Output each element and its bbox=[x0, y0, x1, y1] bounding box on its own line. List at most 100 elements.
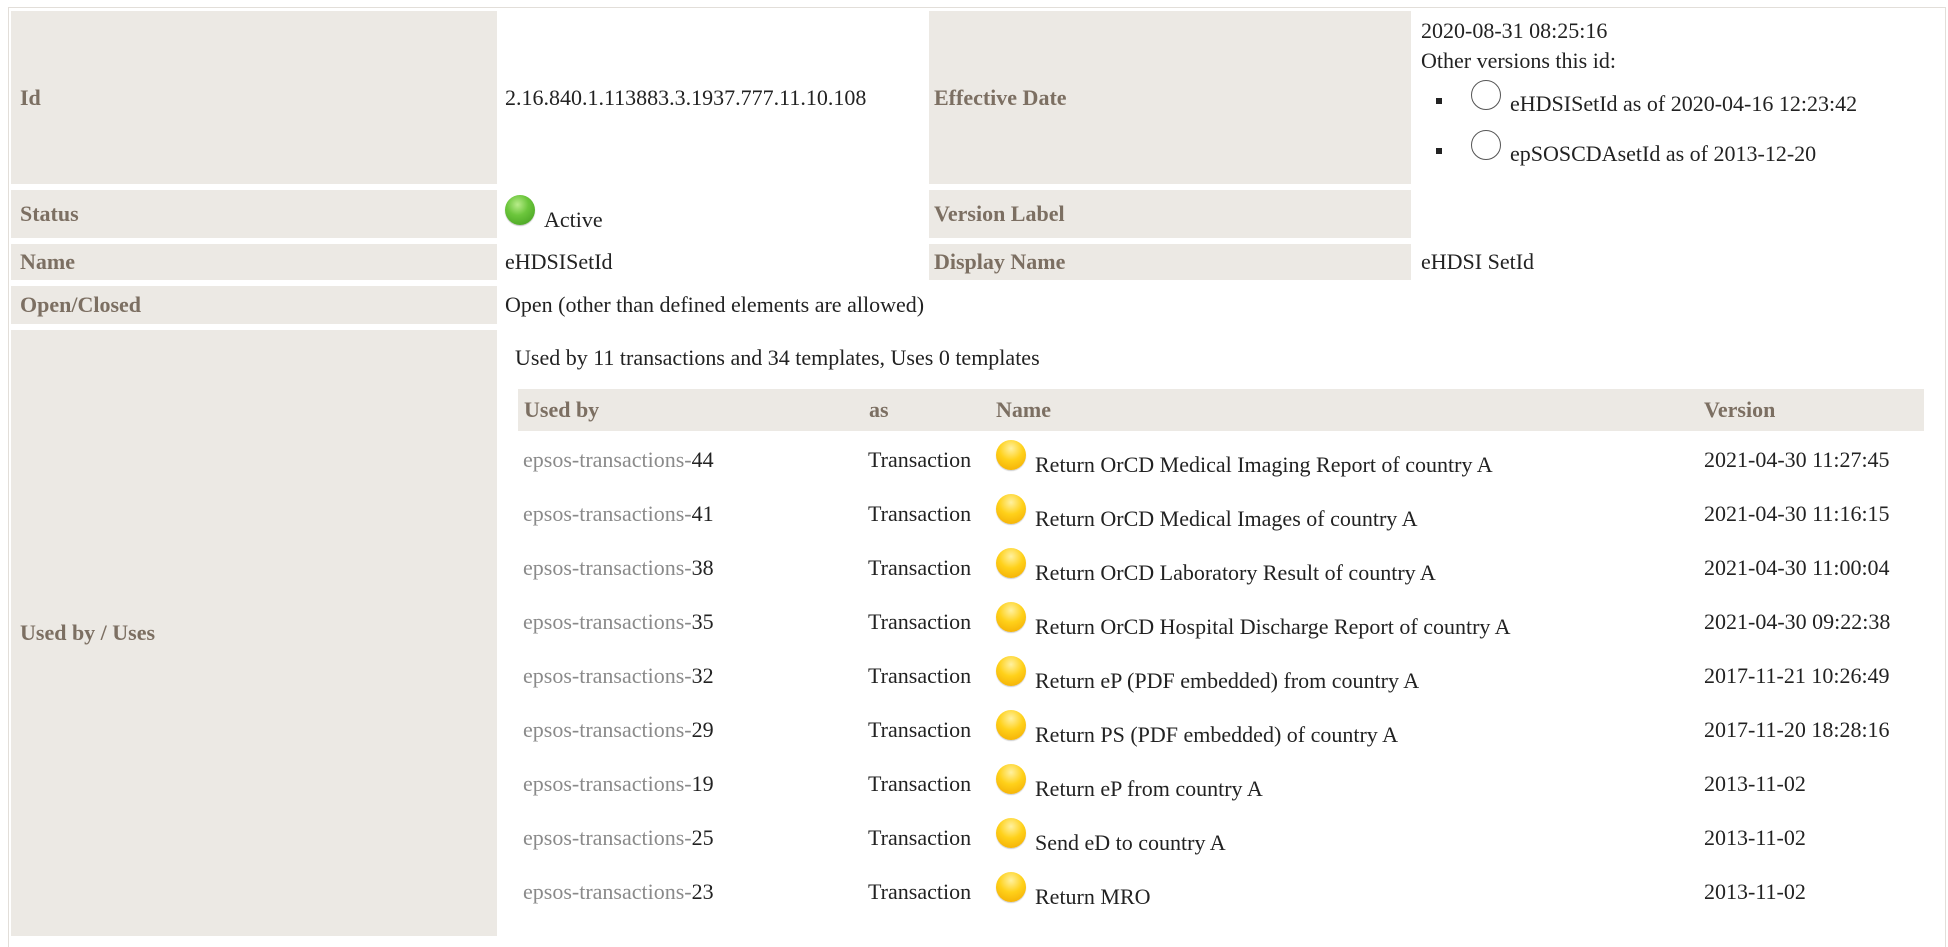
usage-name-text: Return OrCD Laboratory Result of country… bbox=[1035, 560, 1436, 585]
draft-status-icon bbox=[996, 494, 1026, 524]
usage-version: 2021-04-30 11:00:04 bbox=[1704, 555, 1890, 580]
used-by-link[interactable]: epsos-transactions- 38 bbox=[523, 541, 714, 595]
usage-name: Return PS (PDF embedded) of country A bbox=[996, 703, 1398, 757]
usage-name-text: Return OrCD Medical Images of country A bbox=[1035, 506, 1418, 531]
usage-summary: Used by 11 transactions and 34 templates… bbox=[515, 345, 1040, 370]
other-version-text[interactable]: eHDSISetId as of 2020-04-16 12:23:42 bbox=[1510, 89, 1857, 119]
usage-version: 2013-11-02 bbox=[1704, 771, 1806, 796]
used-by-prefix[interactable]: epsos-transactions- bbox=[523, 717, 692, 743]
name-label: Name bbox=[11, 244, 497, 280]
usage-as: Transaction bbox=[868, 663, 972, 688]
table-row: epsos-transactions- 29 Transaction Return P… bbox=[518, 703, 1924, 757]
used-by-number[interactable]: 19 bbox=[692, 771, 714, 797]
usage-as: Transaction bbox=[868, 825, 972, 850]
table-row: epsos-transactions- 32 Transaction Return e… bbox=[518, 649, 1924, 703]
table-row: epsos-transactions- 44 Transaction Return O… bbox=[518, 433, 1924, 487]
name-value: eHDSISetId bbox=[505, 249, 613, 274]
usage-name: Return OrCD Hospital Discharge Report of… bbox=[996, 595, 1511, 649]
used-by-link[interactable]: epsos-transactions- 44 bbox=[523, 433, 714, 487]
usage-as: Transaction bbox=[868, 771, 972, 796]
draft-status-icon bbox=[996, 872, 1026, 902]
draft-status-icon bbox=[996, 602, 1026, 632]
used-by-uses-label: Used by / Uses bbox=[11, 330, 497, 936]
display-name-value: eHDSI SetId bbox=[1421, 249, 1535, 274]
used-by-number[interactable]: 32 bbox=[692, 663, 714, 689]
effective-date-label: Effective Date bbox=[929, 11, 1411, 184]
status-label: Status bbox=[11, 190, 497, 238]
bullet-icon bbox=[1436, 148, 1442, 154]
id-value: 2.16.840.1.113883.3.1937.777.11.10.108 bbox=[505, 84, 867, 110]
used-by-link[interactable]: epsos-transactions- 29 bbox=[523, 703, 714, 757]
used-by-link[interactable]: epsos-transactions- 35 bbox=[523, 595, 714, 649]
used-by-number[interactable]: 25 bbox=[692, 825, 714, 851]
usage-name-text: Return PS (PDF embedded) of country A bbox=[1035, 722, 1398, 747]
draft-status-icon bbox=[996, 548, 1026, 578]
id-label: Id bbox=[11, 11, 497, 184]
usage-as: Transaction bbox=[868, 447, 972, 472]
other-version-item[interactable]: eHDSISetId as of 2020-04-16 12:23:42 bbox=[1421, 76, 1857, 126]
usage-as: Transaction bbox=[868, 501, 972, 526]
used-by-number[interactable]: 35 bbox=[692, 609, 714, 635]
usage-name: Return eP from country A bbox=[996, 757, 1263, 811]
column-header-used-by[interactable]: Used by bbox=[524, 389, 599, 431]
usage-as: Transaction bbox=[868, 717, 972, 742]
usage-name: Send eD to country A bbox=[996, 811, 1226, 865]
usage-version: 2021-04-30 11:16:15 bbox=[1704, 501, 1890, 526]
draft-status-icon bbox=[996, 440, 1026, 470]
used-by-number[interactable]: 29 bbox=[692, 717, 714, 743]
usage-name-text: Send eD to country A bbox=[1035, 830, 1226, 855]
usage-version: 2013-11-02 bbox=[1704, 825, 1806, 850]
effective-date-cell: 2020-08-31 08:25:16 Other versions this … bbox=[1421, 16, 1857, 176]
used-by-link[interactable]: epsos-transactions- 32 bbox=[523, 649, 714, 703]
usage-name: Return OrCD Medical Imaging Report of co… bbox=[996, 433, 1493, 487]
used-by-link[interactable]: epsos-transactions- 41 bbox=[523, 487, 714, 541]
usage-name: Return eP (PDF embedded) from country A bbox=[996, 649, 1419, 703]
column-header-version[interactable]: Version bbox=[1704, 389, 1775, 431]
other-version-text[interactable]: epSOSCDAsetId as of 2013-12-20 bbox=[1510, 139, 1816, 169]
draft-status-icon bbox=[996, 764, 1026, 794]
used-by-link[interactable]: epsos-transactions- 19 bbox=[523, 757, 714, 811]
version-label-label: Version Label bbox=[929, 190, 1411, 238]
active-status-icon bbox=[505, 195, 535, 225]
table-row: epsos-transactions- 38 Transaction Return O… bbox=[518, 541, 1924, 595]
usage-as: Transaction bbox=[868, 555, 972, 580]
used-by-link[interactable]: epsos-transactions- 23 bbox=[523, 865, 714, 919]
other-version-item[interactable]: epSOSCDAsetId as of 2013-12-20 bbox=[1421, 126, 1857, 176]
status-value: Active bbox=[505, 190, 603, 238]
display-name-label: Display Name bbox=[929, 244, 1411, 280]
effective-date-value: 2020-08-31 08:25:16 bbox=[1421, 18, 1608, 43]
used-by-prefix[interactable]: epsos-transactions- bbox=[523, 501, 692, 527]
column-header-name[interactable]: Name bbox=[996, 389, 1051, 431]
usage-version: 2021-04-30 11:27:45 bbox=[1704, 447, 1890, 472]
used-by-link[interactable]: epsos-transactions- 25 bbox=[523, 811, 714, 865]
open-closed-label: Open/Closed bbox=[11, 286, 497, 324]
usage-version: 2013-11-02 bbox=[1704, 879, 1806, 904]
usage-name-text: Return eP (PDF embedded) from country A bbox=[1035, 668, 1420, 693]
usage-name: Return OrCD Laboratory Result of country… bbox=[996, 541, 1436, 595]
used-by-prefix[interactable]: epsos-transactions- bbox=[523, 663, 692, 689]
used-by-number[interactable]: 44 bbox=[692, 447, 714, 473]
usage-as: Transaction bbox=[868, 879, 972, 904]
version-status-circle-icon bbox=[1471, 80, 1501, 110]
used-by-prefix[interactable]: epsos-transactions- bbox=[523, 609, 692, 635]
other-versions-label: Other versions this id: bbox=[1421, 48, 1616, 73]
used-by-number[interactable]: 23 bbox=[692, 879, 714, 905]
used-by-prefix[interactable]: epsos-transactions- bbox=[523, 879, 692, 905]
usage-version: 2021-04-30 09:22:38 bbox=[1704, 609, 1891, 634]
column-header-as[interactable]: as bbox=[869, 389, 889, 431]
used-by-prefix[interactable]: epsos-transactions- bbox=[523, 825, 692, 851]
usage-as: Transaction bbox=[868, 609, 972, 634]
usage-version: 2017-11-20 18:28:16 bbox=[1704, 717, 1890, 742]
used-by-prefix[interactable]: epsos-transactions- bbox=[523, 447, 692, 473]
bullet-icon bbox=[1436, 98, 1442, 104]
draft-status-icon bbox=[996, 710, 1026, 740]
usage-name: Return MRO bbox=[996, 865, 1151, 919]
open-closed-value: Open (other than defined elements are al… bbox=[505, 292, 925, 317]
usage-name-text: Return OrCD Hospital Discharge Report of… bbox=[1035, 614, 1511, 639]
used-by-number[interactable]: 41 bbox=[692, 501, 714, 527]
usage-name-text: Return MRO bbox=[1035, 884, 1151, 909]
used-by-number[interactable]: 38 bbox=[692, 555, 714, 581]
table-row: epsos-transactions- 41 Transaction Return O… bbox=[518, 487, 1924, 541]
used-by-prefix[interactable]: epsos-transactions- bbox=[523, 555, 692, 581]
used-by-prefix[interactable]: epsos-transactions- bbox=[523, 771, 692, 797]
